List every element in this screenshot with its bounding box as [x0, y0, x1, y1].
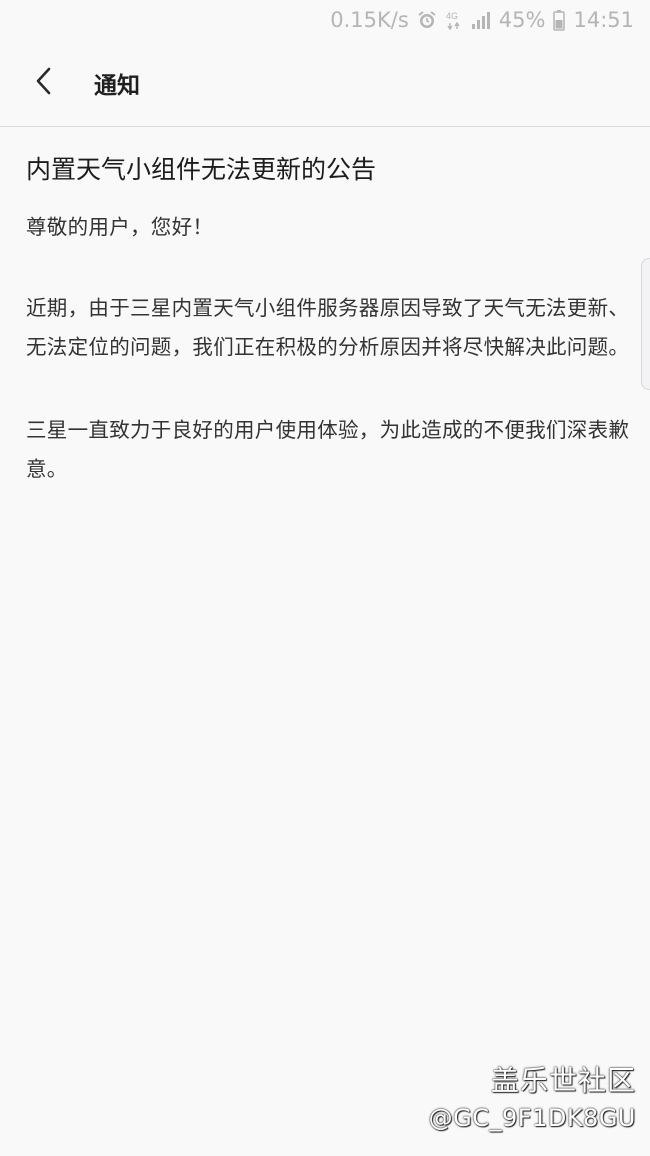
page-title: 通知 [94, 73, 140, 99]
network-4g-icon: 4G [445, 9, 463, 31]
notice-content: 内置天气小组件无法更新的公告 尊敬的用户，您好！ 近期，由于三星内置天气小组件服… [26, 150, 630, 533]
scroll-handle[interactable] [641, 258, 650, 390]
back-button[interactable] [14, 53, 74, 113]
watermark-user: @GC_9F1DK8GU [428, 1104, 636, 1132]
notice-paragraph: 三星一直致力于良好的用户使用体验，为此造成的不便我们深表歉意。 [26, 418, 630, 481]
alarm-icon [417, 10, 437, 30]
network-type-label: 4G [446, 11, 458, 21]
status-bar: 0.15K/s 4G 45% 14:51 [0, 0, 650, 40]
net-speed: 0.15K/s [330, 8, 409, 32]
app-bar-divider [0, 126, 650, 127]
app-bar: 通知 [0, 40, 650, 126]
clock: 14:51 [573, 8, 634, 32]
notice-greeting: 尊敬的用户，您好！ [26, 215, 214, 239]
battery-icon [553, 9, 566, 31]
notice-title: 内置天气小组件无法更新的公告 [26, 155, 377, 184]
signal-icon [471, 10, 491, 30]
watermark-brand: 盖乐世社区 [490, 1064, 636, 1097]
community-watermark: 盖乐世社区 @GC_9F1DK8GU [429, 1062, 636, 1136]
notification-screen: 0.15K/s 4G 45% 14:51 通知 内置天气小组件无法更新的公告 尊… [0, 0, 650, 1156]
battery-percent: 45% [498, 8, 546, 32]
notice-paragraph: 近期，由于三星内置天气小组件服务器原因导致了天气无法更新、无法定位的问题，我们正… [26, 296, 630, 359]
chevron-left-icon [33, 66, 55, 100]
